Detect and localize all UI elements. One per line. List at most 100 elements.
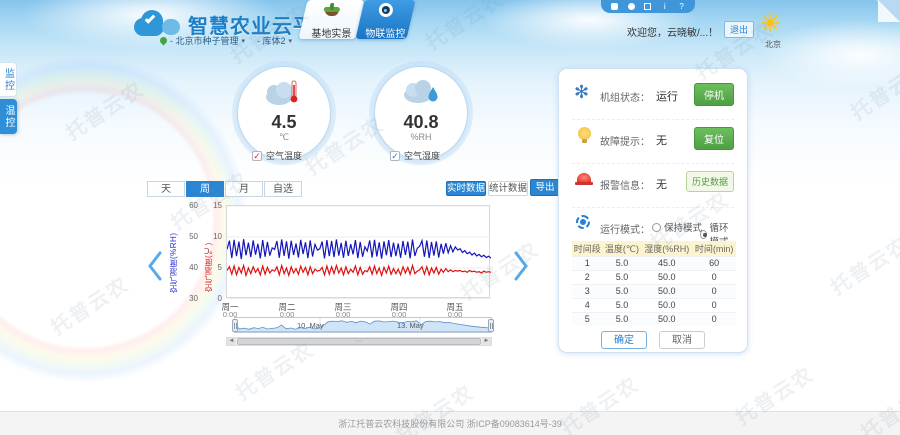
- fault-row: 故障提示： 无 复位: [572, 125, 734, 155]
- temperature-unit: ℃: [238, 132, 330, 143]
- table-cell: 2: [572, 270, 603, 284]
- period-tab-3[interactable]: 月: [225, 181, 263, 197]
- table-cell: 5.0: [603, 284, 642, 298]
- reset-button[interactable]: 复位: [694, 127, 734, 150]
- navigator-left-handle[interactable]: [232, 319, 238, 332]
- weather-city: 北京: [757, 39, 789, 50]
- cloud-droplet-icon: [400, 79, 442, 107]
- checkbox-check-icon[interactable]: ✓: [252, 151, 262, 161]
- y-tick: 10: [206, 232, 222, 241]
- y-tick: 30: [182, 294, 198, 303]
- radio-icon[interactable]: [700, 230, 707, 239]
- page-corner-fold: [876, 0, 900, 24]
- location-dropdown[interactable]: - 北京市种子管理: [170, 34, 239, 47]
- breadcrumb: - 北京市种子管理 ▾ - 库体2 ▾: [160, 34, 292, 47]
- table-cell: 60: [692, 256, 736, 270]
- y-tick: 60: [182, 201, 198, 210]
- period-tab-1[interactable]: 天: [147, 181, 185, 197]
- scrollbar-left-arrow[interactable]: ◄: [227, 338, 236, 345]
- table-cell: 50.0: [641, 284, 692, 298]
- radio-icon[interactable]: [652, 223, 661, 232]
- chart-navigator[interactable]: 10. May 13. May: [234, 317, 492, 333]
- scrollbar-thumb[interactable]: ⋯: [237, 338, 481, 345]
- chevron-down-icon[interactable]: ▾: [289, 37, 293, 45]
- confirm-button[interactable]: 确定: [601, 331, 647, 349]
- cloud-thermometer-icon: [263, 79, 305, 107]
- table-row[interactable]: 45.050.00: [572, 298, 736, 312]
- series-空气温度: [227, 266, 491, 276]
- divider: [572, 207, 734, 208]
- air-temperature-checkbox[interactable]: ✓ 空气温度: [252, 149, 302, 162]
- alarm-row: 报警信息： 无 历史数据: [572, 169, 734, 199]
- history-data-button[interactable]: 历史数据: [686, 171, 734, 192]
- watermark-text: 托普云农: [824, 228, 900, 300]
- table-header-row: 时间段温度(℃)湿度(%RH)时间(min): [572, 241, 736, 256]
- table-cell: 4: [572, 298, 603, 312]
- logout-button[interactable]: 退出: [724, 21, 754, 38]
- period-tab-2[interactable]: 周: [186, 181, 224, 197]
- statistics-data-button[interactable]: 统计数据: [488, 181, 528, 196]
- table-row[interactable]: 25.050.00: [572, 270, 736, 284]
- table-cell: 5: [572, 312, 603, 326]
- chevron-right-icon[interactable]: [512, 250, 530, 282]
- air-humidity-checkbox[interactable]: ✓ 空气湿度: [390, 149, 440, 162]
- sun-icon: ☀: [759, 9, 781, 39]
- divider: [572, 119, 734, 120]
- chevron-down-icon[interactable]: ▾: [242, 37, 246, 45]
- sidebar-item-temp-control[interactable]: 温控: [0, 99, 17, 134]
- table-cell: 5.0: [603, 256, 642, 270]
- column-header: 时间(min): [692, 241, 736, 256]
- table-cell: 50.0: [641, 270, 692, 284]
- location-pin-icon: [159, 36, 169, 46]
- humidity-axis-title: 空气湿度(%RH): [168, 213, 179, 293]
- table-row[interactable]: 15.045.060: [572, 256, 736, 270]
- temperature-gauge: 4.5 ℃: [237, 66, 331, 160]
- export-button[interactable]: 导出: [530, 179, 560, 196]
- checkbox-check-icon[interactable]: ✓: [390, 151, 400, 161]
- table-cell: 3: [572, 284, 603, 298]
- y-tick: 15: [206, 201, 222, 210]
- table-cell: 5.0: [603, 270, 642, 284]
- table-row[interactable]: 55.050.00: [572, 312, 736, 326]
- bulb-icon: [578, 127, 591, 140]
- tab-base-scene[interactable]: 基地实景: [298, 0, 364, 39]
- hold-mode-radio[interactable]: 保持模式: [652, 220, 702, 234]
- stop-button[interactable]: 停机: [694, 83, 734, 106]
- help-icon[interactable]: ?: [678, 3, 685, 10]
- table-cell: 1: [572, 256, 603, 270]
- temperature-value: 4.5: [238, 112, 330, 132]
- table-cell: 0: [692, 298, 736, 312]
- temperature-axis-title: 空气温度(℃): [203, 216, 214, 292]
- camera-icon[interactable]: [628, 3, 635, 10]
- table-cell: 0: [692, 312, 736, 326]
- chevron-left-icon[interactable]: [146, 250, 164, 282]
- table-cell: 5.0: [603, 312, 642, 326]
- quick-toolbar: i?: [601, 0, 695, 13]
- navigator-canvas: [235, 318, 491, 332]
- table-cell: 45.0: [641, 256, 692, 270]
- chart-plot-area: [226, 205, 490, 298]
- navigator-right-handle[interactable]: [488, 319, 494, 332]
- monitor-icon[interactable]: [644, 3, 651, 10]
- chart-scrollbar[interactable]: ◄ ⋯ ►: [226, 337, 492, 346]
- table-row[interactable]: 35.050.00: [572, 284, 736, 298]
- sidebar-item-monitor[interactable]: 监控: [0, 62, 17, 97]
- watermark-text: 托普云农: [844, 53, 900, 125]
- setpoint-table: 时间段温度(℃)湿度(%RH)时间(min)15.045.06025.050.0…: [572, 241, 736, 326]
- table-cell: 0: [692, 270, 736, 284]
- column-header: 温度(℃): [603, 241, 642, 256]
- tab-iot-monitor[interactable]: 物联监控: [355, 0, 415, 39]
- chat-icon[interactable]: [611, 3, 618, 10]
- cancel-button[interactable]: 取消: [659, 331, 705, 349]
- fan-icon: ✻: [574, 83, 589, 101]
- mode-target-icon: [576, 215, 590, 229]
- period-tab-4[interactable]: 自选: [264, 181, 302, 197]
- humidity-unit: %RH: [375, 132, 467, 142]
- scrollbar-right-arrow[interactable]: ►: [482, 338, 491, 345]
- divider: [572, 163, 734, 164]
- navigator-start-label: 10. May: [297, 321, 324, 330]
- room-dropdown[interactable]: - 库体2: [257, 34, 286, 47]
- realtime-data-button[interactable]: 实时数据: [446, 181, 486, 196]
- humidity-gauge: 40.8 %RH: [374, 66, 468, 160]
- info-icon[interactable]: i: [661, 3, 668, 10]
